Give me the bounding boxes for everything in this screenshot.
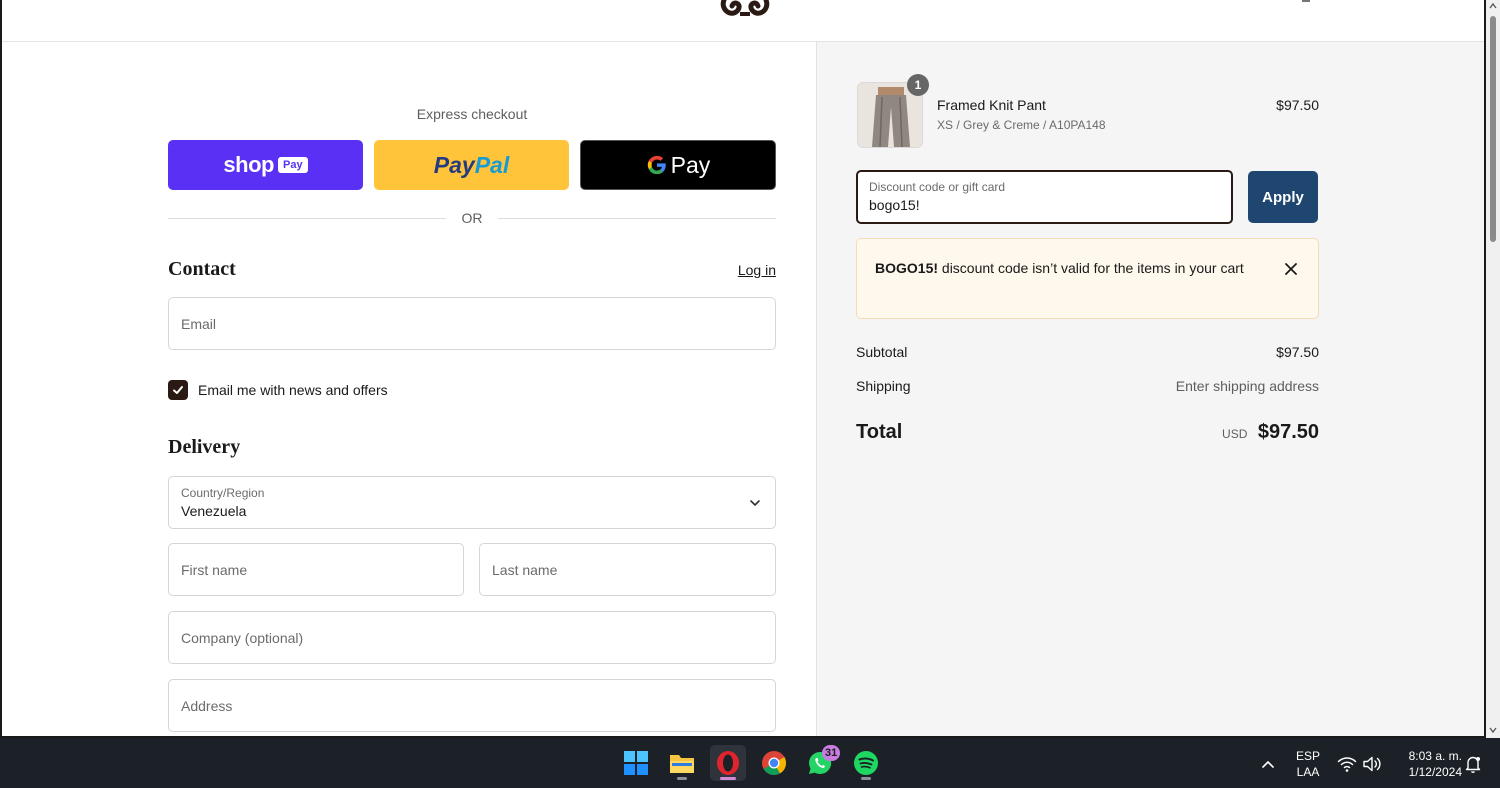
order-summary: 1 Framed Knit Pant XS / Grey & Creme / A… xyxy=(816,42,1484,736)
taskbar-spotify[interactable] xyxy=(848,745,884,781)
window-border-left xyxy=(0,0,2,738)
total-value: $97.50 xyxy=(1257,421,1319,443)
checkout-header xyxy=(2,0,1484,42)
volume-icon[interactable] xyxy=(1362,754,1382,774)
newsletter-checkbox-row[interactable]: Email me with news and offers xyxy=(168,380,388,400)
input-language-indicator[interactable]: ESP LAA xyxy=(1290,748,1326,780)
google-pay-button[interactable]: Pay xyxy=(580,140,776,190)
last-name-input[interactable] xyxy=(480,544,775,595)
clock-time: 8:03 a. m. xyxy=(1408,749,1462,763)
email-field[interactable] xyxy=(168,297,776,350)
scroll-down-arrow-icon[interactable] xyxy=(1489,726,1497,734)
total-amount: USD $97.50 xyxy=(1057,421,1319,444)
spotify-icon xyxy=(854,751,878,775)
company-field[interactable] xyxy=(168,611,776,664)
country-label: Country/Region xyxy=(181,486,265,500)
address-field[interactable] xyxy=(168,679,776,732)
email-input[interactable] xyxy=(169,298,775,349)
page-scrollbar[interactable] xyxy=(1486,0,1500,738)
shop-pay-badge: Pay xyxy=(277,157,308,173)
show-hidden-icons-chevron-up-icon[interactable] xyxy=(1258,754,1278,774)
paypal-button[interactable]: PayPal xyxy=(374,140,569,190)
newsletter-label: Email me with news and offers xyxy=(198,382,388,398)
first-name-input[interactable] xyxy=(169,544,463,595)
running-indicator xyxy=(677,777,687,780)
express-checkout-label: Express checkout xyxy=(416,106,528,122)
notification-bell-icon[interactable] xyxy=(1463,754,1483,774)
discount-label: Discount code or gift card xyxy=(869,180,1006,194)
close-alert-button[interactable] xyxy=(1281,259,1301,279)
company-input[interactable] xyxy=(169,612,775,663)
discount-field[interactable]: Discount code or gift card xyxy=(856,170,1233,224)
product-variant: XS / Grey & Creme / A10PA148 xyxy=(937,118,1106,132)
opera-icon xyxy=(717,751,739,775)
active-indicator xyxy=(720,777,736,780)
brand-logo-icon[interactable] xyxy=(718,0,772,20)
total-currency: USD xyxy=(1222,427,1248,441)
folder-icon xyxy=(670,755,694,773)
shipping-label: Shipping xyxy=(856,378,911,394)
alert-message: discount code isn’t valid for the items … xyxy=(938,260,1244,276)
browser-window: Express checkout shop Pay PayPal Pay OR xyxy=(0,0,1500,738)
delivery-heading: Delivery xyxy=(168,436,241,458)
country-select[interactable]: Country/Region Venezuela xyxy=(168,476,776,529)
discount-error-alert: BOGO15! discount code isn’t valid for th… xyxy=(856,238,1319,319)
chevron-down-icon xyxy=(750,500,760,506)
quantity-badge: 1 xyxy=(907,74,929,96)
scroll-thumb[interactable] xyxy=(1490,16,1496,242)
shop-pay-button[interactable]: shop Pay xyxy=(168,140,363,190)
contact-heading: Contact xyxy=(168,258,236,280)
total-label: Total xyxy=(856,421,903,443)
header-corner-mark xyxy=(1302,0,1310,2)
system-clock[interactable]: 8:03 a. m. 1/12/2024 xyxy=(1390,748,1462,780)
close-icon xyxy=(1285,263,1297,275)
taskbar-chrome[interactable] xyxy=(756,745,792,781)
newsletter-checkbox[interactable] xyxy=(168,380,188,400)
google-pay-wordmark: Pay xyxy=(646,152,710,179)
country-value: Venezuela xyxy=(181,503,247,519)
wifi-icon[interactable] xyxy=(1337,755,1357,773)
discount-input[interactable] xyxy=(869,197,1209,213)
running-indicator xyxy=(861,777,871,780)
scroll-up-arrow-icon[interactable] xyxy=(1489,2,1497,10)
start-button[interactable] xyxy=(618,745,654,781)
paypal-wordmark: PayPal xyxy=(433,151,510,178)
taskbar-file-explorer[interactable] xyxy=(664,745,700,781)
google-g-icon xyxy=(647,155,666,175)
windows-logo-icon xyxy=(624,751,648,775)
taskbar-whatsapp[interactable]: 31 xyxy=(802,745,841,781)
apply-button[interactable]: Apply xyxy=(1248,171,1318,223)
subtotal-label: Subtotal xyxy=(856,344,908,360)
shipping-value: Enter shipping address xyxy=(1175,378,1319,394)
taskbar-opera[interactable] xyxy=(710,745,746,781)
clock-date: 1/12/2024 xyxy=(1408,765,1462,779)
last-name-field[interactable] xyxy=(479,543,776,596)
login-link[interactable]: Log in xyxy=(692,262,776,278)
shop-pay-wordmark: shop xyxy=(223,152,274,177)
or-divider: OR xyxy=(168,208,776,228)
chrome-icon xyxy=(762,751,787,776)
address-input[interactable] xyxy=(169,680,775,731)
product-price: $97.50 xyxy=(1276,97,1319,113)
first-name-field[interactable] xyxy=(168,543,464,596)
whatsapp-notification-badge: 31 xyxy=(822,745,841,761)
alert-code: BOGO15! xyxy=(875,260,939,276)
check-icon xyxy=(173,386,183,394)
checkout-form: Express checkout shop Pay PayPal Pay OR xyxy=(2,42,816,736)
subtotal-value: $97.50 xyxy=(1276,344,1319,360)
product-name: Framed Knit Pant xyxy=(937,97,1046,113)
